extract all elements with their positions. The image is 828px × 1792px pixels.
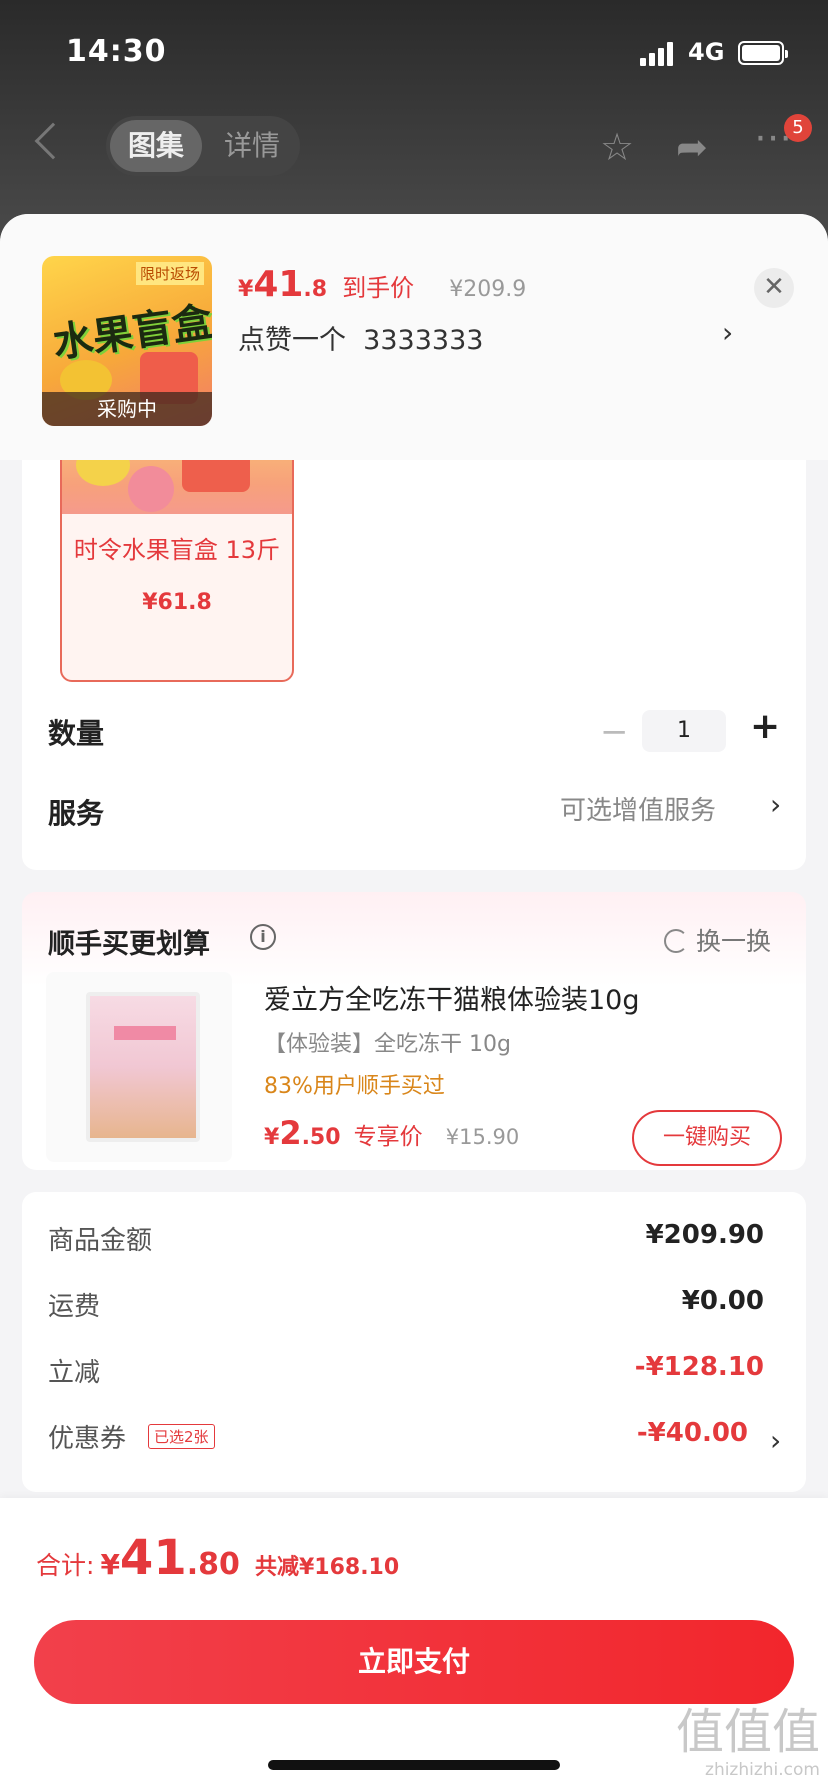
status-time: 14:30 [66, 34, 167, 69]
original-price: ¥209.9 [449, 277, 527, 302]
total-integer: 41 [119, 1530, 187, 1586]
share-icon[interactable]: ➦ [676, 128, 708, 166]
order-total: 合计: ¥41.80 共减¥168.10 [36, 1530, 399, 1586]
price-decimal: .50 [301, 1125, 341, 1150]
top-nav: 图集 详情 ☆ ➦ ⋯ 5 [0, 108, 828, 188]
product-thumbnail: 限时返场 水果盲盒 采购中 [42, 256, 212, 426]
checkout-footer: 合计: ¥41.80 共减¥168.10 立即支付 值值值 zhizhizhi.c… [0, 1498, 828, 1792]
spec-name: 点赞一个 [238, 325, 346, 356]
battery-icon [738, 41, 788, 65]
more-badge: 5 [784, 114, 812, 142]
original-price: ¥15.90 [445, 1125, 520, 1149]
spec-card: 时令水果盲盒 13斤 ¥61.8 数量 − 1 + 服务 可选增值服务 › [22, 414, 806, 870]
summary-value: ¥209.90 [645, 1220, 764, 1250]
status-bar: 14:30 4G [0, 0, 828, 100]
back-icon[interactable] [34, 122, 72, 160]
watermark: 值值值 [675, 1704, 820, 1760]
network-type: 4G [688, 38, 725, 66]
spec-code: 3333333 [363, 325, 484, 356]
total-saved: 共减¥168.10 [254, 1555, 400, 1580]
sheet-header: 限时返场 水果盲盒 采购中 ¥41.8 到手价 ¥209.9 点赞一个 3333… [0, 214, 828, 460]
summary-label: 运费 [48, 1292, 101, 1322]
thumbnail-status: 采购中 [42, 392, 212, 426]
total-currency: ¥ [100, 1548, 120, 1581]
close-button[interactable]: ✕ [754, 268, 794, 308]
swap-button[interactable]: 换一换 [664, 922, 771, 958]
recommend-product-subtitle: 【体验装】全吃冻干 10g [264, 1032, 511, 1057]
coupon-row[interactable]: 优惠券 已选2张 -¥40.00 [48, 1418, 748, 1458]
watermark-url: zhizhizhi.com [705, 1760, 820, 1780]
quantity-minus-button[interactable]: − [600, 712, 629, 752]
service-label: 服务 [48, 797, 105, 830]
price-integer: 2 [279, 1114, 302, 1152]
summary-row: 商品金额 ¥209.90 [48, 1220, 764, 1260]
tab-details[interactable]: 详情 [206, 120, 298, 172]
chevron-right-icon[interactable]: › [770, 1424, 781, 1457]
quantity-label: 数量 [48, 717, 105, 750]
price-label: 专享价 [353, 1124, 423, 1150]
total-label: 合计: [36, 1551, 95, 1580]
recommend-product-name[interactable]: 爱立方全吃冻干猫粮体验装10g [264, 978, 640, 1017]
summary-value: -¥128.10 [634, 1352, 764, 1382]
quantity-input[interactable]: 1 [642, 710, 726, 752]
recommend-title: 顺手买更划算 [48, 929, 210, 960]
swap-label: 换一换 [696, 927, 772, 956]
summary-label: 优惠券 [48, 1424, 127, 1454]
selected-spec[interactable]: 点赞一个 3333333 [238, 318, 483, 357]
recommend-buyers-stat: 83%用户顺手买过 [264, 1074, 445, 1099]
quantity-plus-button[interactable]: + [750, 706, 780, 747]
service-value[interactable]: 可选增值服务 [560, 790, 716, 827]
recommend-card: 顺手买更划算 i 换一换 爱立方全吃冻干猫粮体验装10g 【体验装】全吃冻干 1… [22, 892, 806, 1170]
summary-row: 运费 ¥0.00 [48, 1286, 764, 1326]
tab-switcher: 图集 详情 [106, 116, 300, 176]
signal-icon [640, 42, 674, 66]
pay-now-button[interactable]: 立即支付 [34, 1620, 794, 1704]
star-icon[interactable]: ☆ [600, 128, 634, 166]
total-decimal: .80 [186, 1547, 240, 1582]
price-decimal: .8 [303, 277, 328, 302]
summary-row: 立减 -¥128.10 [48, 1352, 764, 1392]
info-icon[interactable]: i [250, 924, 276, 950]
quick-buy-button[interactable]: 一键购买 [632, 1110, 782, 1166]
summary-value: -¥40.00 [636, 1418, 748, 1448]
price-currency: ¥ [264, 1125, 280, 1150]
chevron-right-icon[interactable]: › [722, 316, 733, 349]
recommend-product-image[interactable] [46, 972, 232, 1162]
price-label: 到手价 [342, 274, 415, 302]
summary-value: ¥0.00 [681, 1286, 764, 1316]
summary-label: 商品金额 [48, 1226, 153, 1256]
sku-price: ¥61.8 [142, 590, 212, 615]
home-indicator [268, 1760, 560, 1770]
tab-gallery[interactable]: 图集 [110, 120, 202, 172]
thumbnail-tag: 限时返场 [135, 262, 204, 285]
recommend-price: ¥2.50 专享价 ¥15.90 [264, 1114, 519, 1152]
summary-label: 立减 [48, 1358, 101, 1388]
summary-card: 商品金额 ¥209.90 运费 ¥0.00 立减 -¥128.10 优惠券 已选… [22, 1192, 806, 1492]
coupon-count-tag: 已选2张 [148, 1424, 215, 1449]
price-integer: 41 [253, 264, 304, 305]
final-price: ¥41.8 到手价 ¥209.9 [238, 264, 526, 314]
sku-name: 时令水果盲盒 13斤 [73, 536, 281, 564]
price-currency: ¥ [238, 277, 254, 302]
chevron-right-icon[interactable]: › [770, 788, 781, 821]
refresh-icon [664, 929, 688, 953]
